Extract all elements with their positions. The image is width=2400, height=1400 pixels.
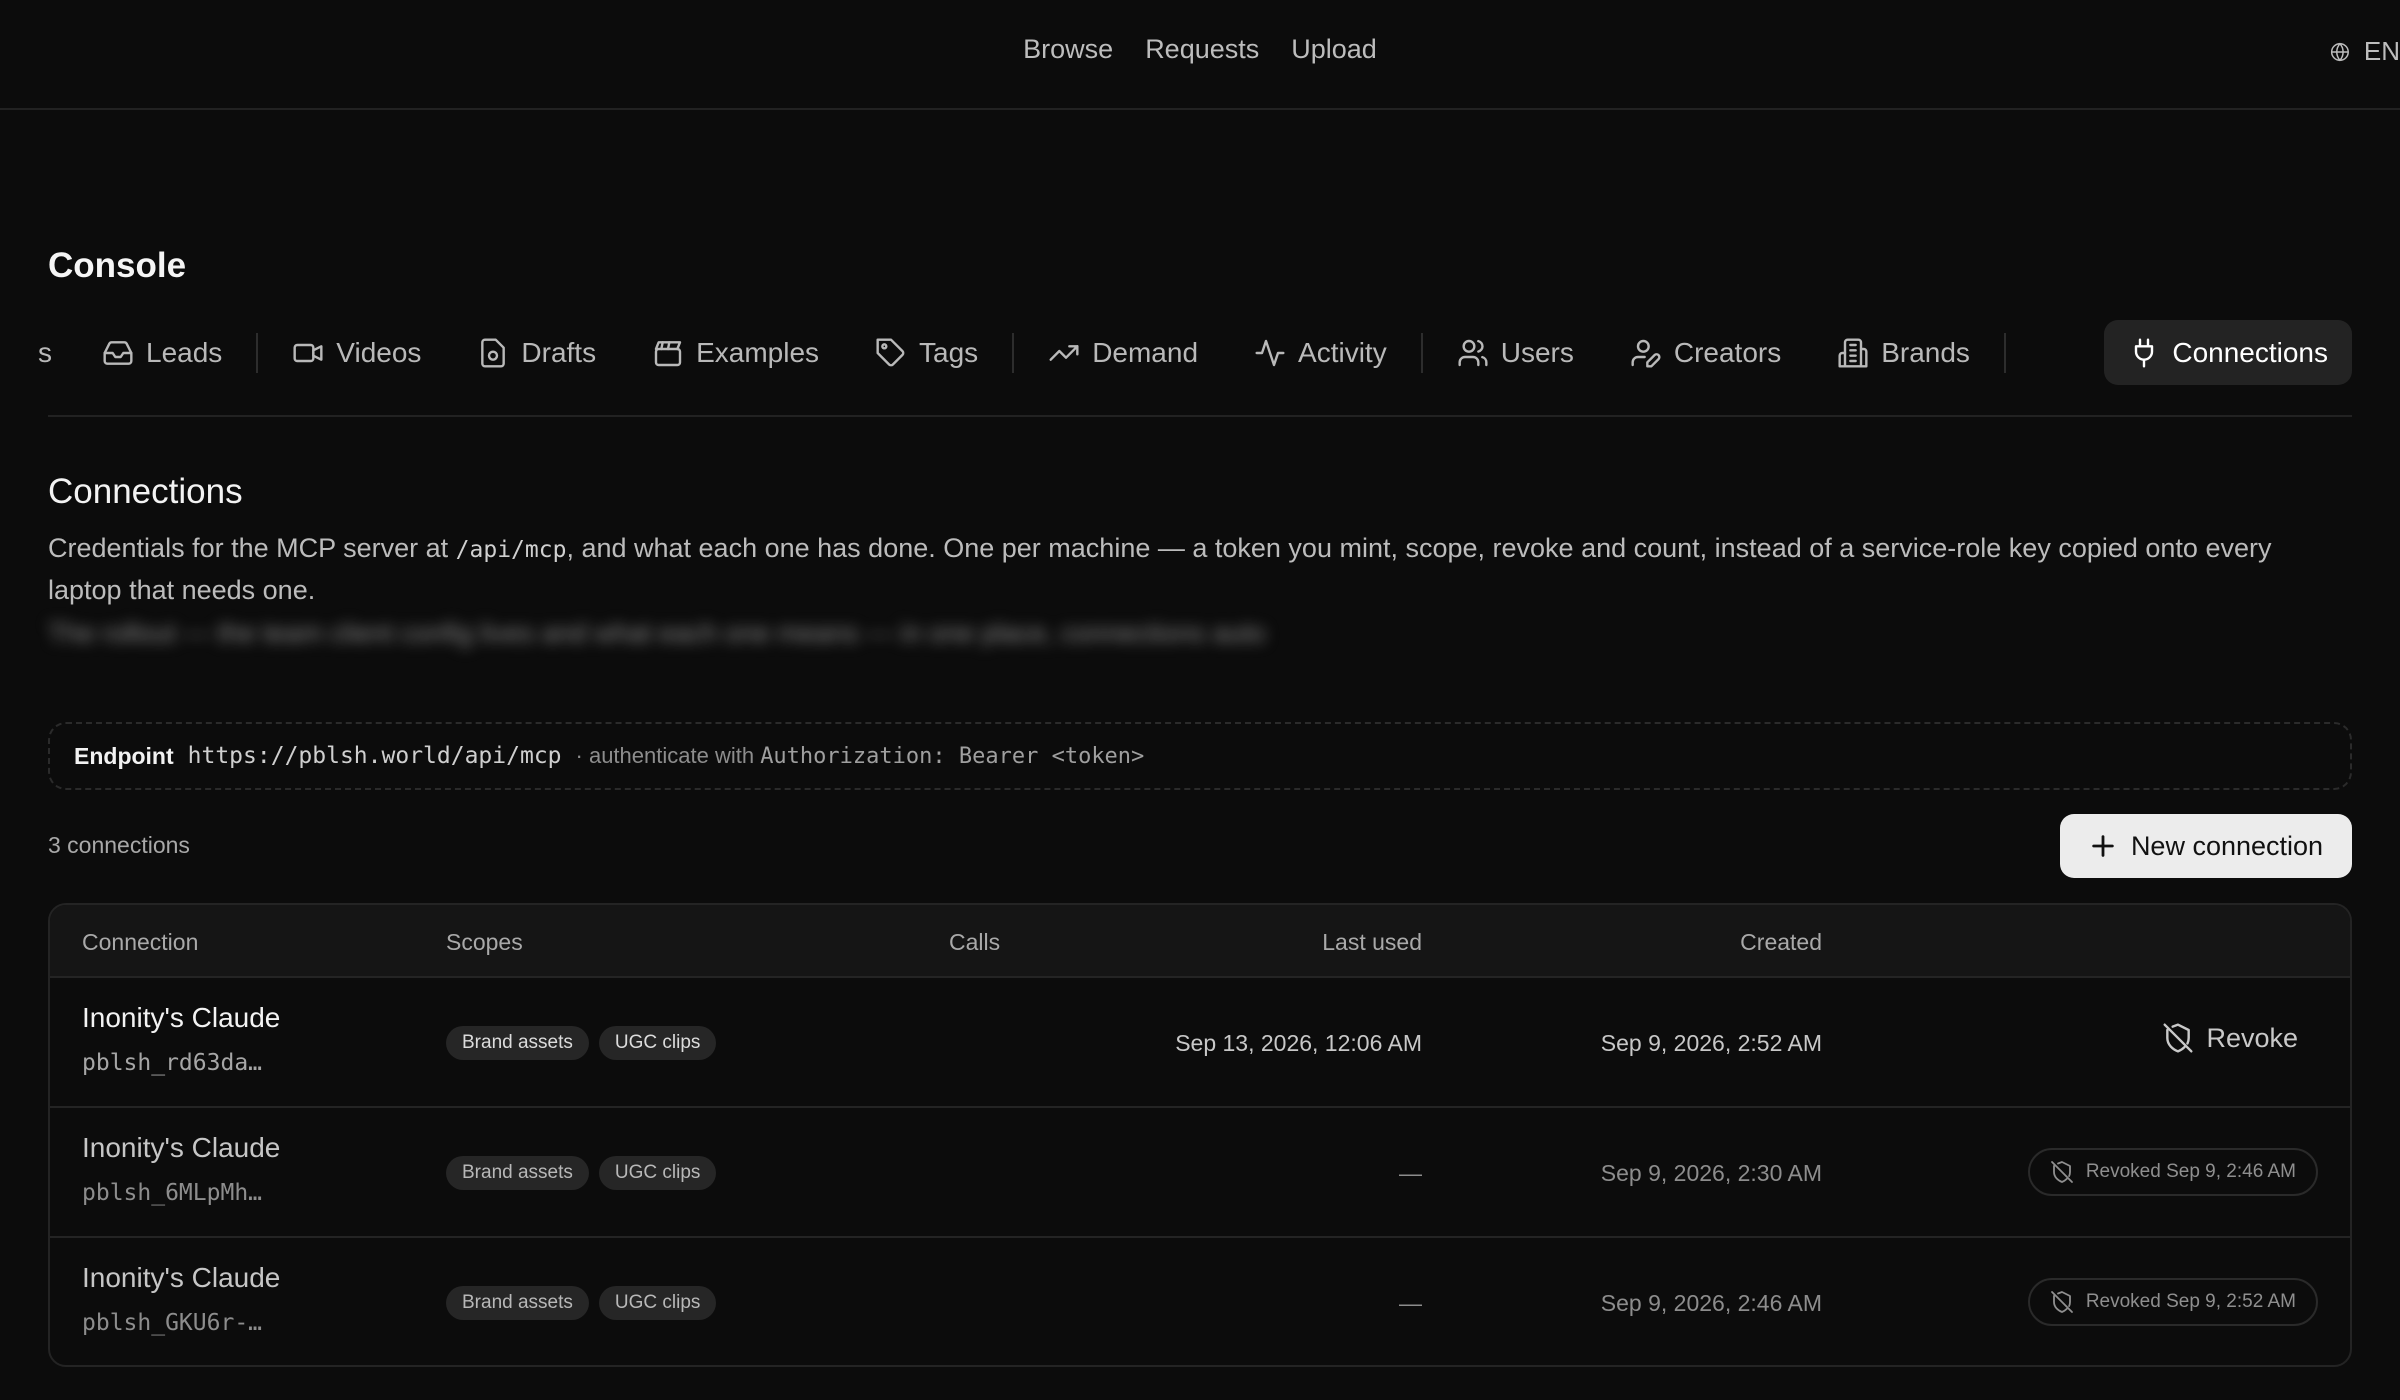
header-created: Created xyxy=(1740,929,1822,955)
shield-off-icon xyxy=(2050,1291,2073,1313)
top-bar: Browse Requests Upload EN xyxy=(0,0,2400,110)
plus-icon xyxy=(2092,835,2114,857)
tab-drafts[interactable]: Drafts xyxy=(449,320,624,385)
trending-up-icon xyxy=(1049,344,1079,361)
scope-chip: UGC clips xyxy=(598,1026,717,1060)
tab-tags[interactable]: Tags xyxy=(847,320,1006,385)
scope-chips: Brand assets UGC clips xyxy=(446,1286,717,1320)
revoke-button[interactable]: Revoke xyxy=(2162,1022,2298,1054)
connections-table: Connection Scopes Calls Last used Create… xyxy=(48,903,2352,1367)
mcp-path-code: /api/mcp xyxy=(455,537,567,563)
created-date: Sep 9, 2026, 2:52 AM xyxy=(1600,1030,1822,1056)
shield-off-icon xyxy=(2050,1161,2073,1183)
new-connection-button[interactable]: New connection xyxy=(2060,814,2352,878)
connection-name: Inonity's Claude xyxy=(82,1262,281,1293)
users-icon xyxy=(1458,339,1488,366)
tab-partial[interactable]: s xyxy=(0,320,74,385)
endpoint-label: Endpoint xyxy=(74,742,174,769)
scope-chips: Brand assets UGC clips xyxy=(446,1156,717,1190)
scope-chip: Brand assets xyxy=(446,1026,589,1060)
connection-name: Inonity's Claude xyxy=(82,1002,281,1033)
connection-token: pblsh_6MLpMh… xyxy=(82,1180,263,1206)
endpoint-box: Endpoint https://pblsh.world/api/mcp · a… xyxy=(48,722,2352,790)
revoked-status-badge: Revoked Sep 9, 2:52 AM xyxy=(2027,1278,2318,1326)
created-date: Sep 9, 2026, 2:30 AM xyxy=(1600,1160,1822,1186)
page-title: Console xyxy=(48,246,187,285)
endpoint-url[interactable]: https://pblsh.world/api/mcp xyxy=(188,743,562,769)
nav-upload[interactable]: Upload xyxy=(1291,34,1377,65)
scope-chip: Brand assets xyxy=(446,1156,589,1190)
section-note-redacted: The rollout — the team client config liv… xyxy=(48,618,1266,648)
last-used: Sep 13, 2026, 12:06 AM xyxy=(1175,1030,1422,1056)
table-header: Connection Scopes Calls Last used Create… xyxy=(50,905,2350,978)
header-calls: Calls xyxy=(949,929,1001,955)
connection-name: Inonity's Claude xyxy=(82,1132,281,1163)
clapperboard-icon xyxy=(654,340,682,366)
building-icon xyxy=(1838,337,1868,368)
table-row: Inonity's Claude pblsh_6MLpMh… Brand ass… xyxy=(50,1108,2350,1238)
last-used: — xyxy=(1399,1160,1422,1186)
inbox-icon xyxy=(103,340,133,365)
activity-icon xyxy=(1255,339,1285,366)
section-title: Connections xyxy=(48,472,243,511)
nav-browse[interactable]: Browse xyxy=(1023,34,1113,65)
draft-icon xyxy=(481,337,506,368)
tab-examples[interactable]: Examples xyxy=(624,320,847,385)
top-nav: Browse Requests Upload xyxy=(0,34,2400,65)
revoked-status-badge: Revoked Sep 9, 2:46 AM xyxy=(2027,1148,2318,1196)
endpoint-auth-note: · authenticate with Authorization: Beare… xyxy=(575,743,1145,769)
tab-videos[interactable]: Videos xyxy=(264,320,449,385)
tab-divider xyxy=(2003,332,2006,373)
tab-divider xyxy=(256,332,259,373)
scope-chips: Brand assets UGC clips xyxy=(446,1026,717,1060)
connection-token: pblsh_rd63da… xyxy=(82,1050,263,1076)
connections-count: 3 connections xyxy=(48,832,190,858)
table-row: Inonity's Claude pblsh_rd63da… Brand ass… xyxy=(50,978,2350,1108)
scope-chip: Brand assets xyxy=(446,1286,589,1320)
header-scopes: Scopes xyxy=(446,929,523,955)
tab-demand[interactable]: Demand xyxy=(1020,320,1226,385)
tag-icon xyxy=(876,337,905,366)
nav-requests[interactable]: Requests xyxy=(1145,34,1259,65)
tab-leads[interactable]: Leads xyxy=(74,320,250,385)
header-last-used: Last used xyxy=(1322,929,1422,955)
user-pen-icon xyxy=(1631,339,1661,368)
shield-off-icon xyxy=(2163,1023,2193,1053)
tab-users[interactable]: Users xyxy=(1429,320,1602,385)
tab-activity[interactable]: Activity xyxy=(1226,320,1415,385)
tab-brands[interactable]: Brands xyxy=(1809,320,1998,385)
section-description: Credentials for the MCP server at /api/m… xyxy=(48,533,2272,605)
tab-divider xyxy=(1420,332,1423,373)
language-switcher[interactable]: EN xyxy=(2330,36,2400,67)
scope-chip: UGC clips xyxy=(598,1286,717,1320)
tab-creators[interactable]: Creators xyxy=(1602,320,1809,385)
table-row: Inonity's Claude pblsh_GKU6r-… Brand ass… xyxy=(50,1238,2350,1365)
tab-divider xyxy=(1012,332,1015,373)
divider xyxy=(48,415,2352,417)
scope-chip: UGC clips xyxy=(598,1156,717,1190)
plug-icon xyxy=(2135,337,2154,368)
video-icon xyxy=(293,343,323,362)
connection-token: pblsh_GKU6r-… xyxy=(82,1310,263,1336)
created-date: Sep 9, 2026, 2:46 AM xyxy=(1600,1290,1822,1316)
tab-connections[interactable]: Connections xyxy=(2104,320,2352,385)
console-tabs: s Leads Videos Drafts Examples Tags Dema… xyxy=(0,320,2352,385)
header-connection: Connection xyxy=(82,929,199,955)
language-label: EN xyxy=(2363,36,2400,66)
last-used: — xyxy=(1399,1290,1422,1316)
globe-icon xyxy=(2330,42,2349,61)
